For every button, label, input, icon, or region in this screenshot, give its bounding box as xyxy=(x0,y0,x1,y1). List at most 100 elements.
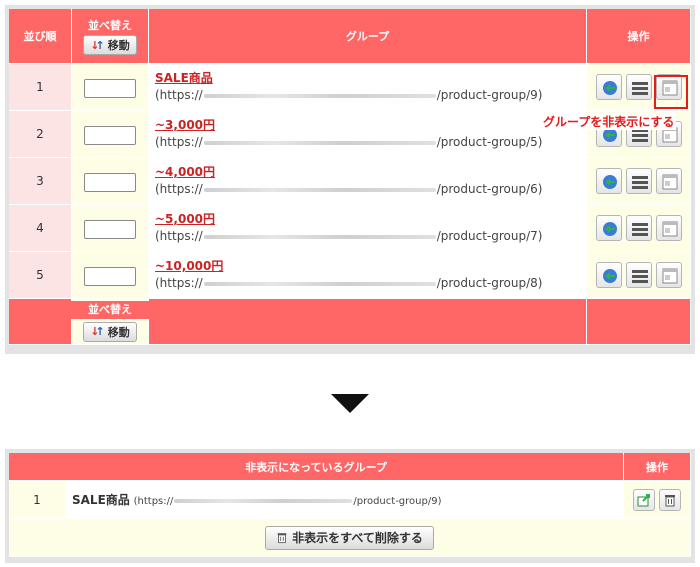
sort-cell xyxy=(72,64,149,111)
group-name-link[interactable]: ~4,000円 xyxy=(155,165,215,179)
redacted-domain xyxy=(203,281,436,286)
refresh-button[interactable] xyxy=(595,215,622,241)
group-cell: ~5,000円 (https:// /product-group/7) xyxy=(149,205,587,252)
group-url-suffix: /product-group/6) xyxy=(436,182,543,196)
hidden-group-url-prefix: (https:// xyxy=(133,496,174,507)
actions-cell xyxy=(587,252,691,299)
header-order: 並び順 xyxy=(9,9,72,64)
list-icon xyxy=(631,223,648,236)
actions-cell xyxy=(587,158,691,205)
hidden-group-url: (https:// /product-group/9) xyxy=(134,496,442,507)
hidden-group-cell: SALE商品 (https:// /product-group/9) xyxy=(66,481,624,519)
refresh-icon xyxy=(602,222,617,236)
refresh-button[interactable] xyxy=(595,74,622,100)
group-url-prefix: (https:// xyxy=(155,135,203,149)
hidden-groups-table: 非表示になっているグループ 操作 1 SALE商品 (https:// /prod… xyxy=(9,453,691,557)
window-icon xyxy=(662,221,677,237)
group-name-link[interactable]: ~10,000円 xyxy=(155,259,223,273)
group-table: 並び順 並べ替え ↓↑ 移動 グループ 操作 1 SALE商品 (https:/… xyxy=(9,9,691,345)
redacted-domain xyxy=(203,93,436,98)
sort-order-input[interactable] xyxy=(84,172,136,192)
row-number: 4 xyxy=(9,205,72,252)
hide-group-button[interactable] xyxy=(655,262,682,288)
group-table-footer: 並べ替え ↓↑ 移動 xyxy=(9,299,691,345)
restore-button[interactable] xyxy=(633,488,655,511)
table-row: 1 SALE商品 (https:// /product-group/9) xyxy=(9,481,691,519)
group-name-link[interactable]: ~5,000円 xyxy=(155,212,215,226)
footer-spacer xyxy=(9,299,72,345)
group-url-suffix: /product-group/8) xyxy=(436,276,543,290)
sort-order-input[interactable] xyxy=(84,219,136,239)
redacted-domain xyxy=(203,234,436,239)
delete-button[interactable] xyxy=(659,488,681,511)
refresh-icon xyxy=(602,175,617,189)
row-number: 3 xyxy=(9,158,72,205)
move-button-top[interactable]: ↓↑ 移動 xyxy=(83,35,137,56)
list-icon xyxy=(631,82,648,95)
sort-order-input[interactable] xyxy=(84,125,136,145)
hidden-groups-panel: 非表示になっているグループ 操作 1 SALE商品 (https:// /prod… xyxy=(5,449,695,563)
refresh-icon xyxy=(602,269,617,283)
group-url: (https:// /product-group/9) xyxy=(155,88,542,102)
group-url: (https:// /product-group/6) xyxy=(155,182,542,196)
list-button[interactable] xyxy=(625,74,652,100)
table-row: 3 ~4,000円 (https:// /product-group/6) xyxy=(9,158,691,205)
row-number: 1 xyxy=(9,481,66,519)
group-name-link[interactable]: SALE商品 xyxy=(155,71,213,85)
header-sort-label: 並べ替え xyxy=(88,18,132,32)
group-url-suffix: /product-group/9) xyxy=(436,88,543,102)
hide-group-callout: グループを非表示にする xyxy=(541,113,677,130)
highlight-box xyxy=(654,75,688,109)
group-name-link[interactable]: ~3,000円 xyxy=(155,118,215,132)
sort-order-input[interactable] xyxy=(84,266,136,286)
redacted-domain xyxy=(203,140,436,145)
group-url-suffix: /product-group/7) xyxy=(436,229,543,243)
row-number: 2 xyxy=(9,111,72,158)
footer-sort: 並べ替え ↓↑ 移動 xyxy=(71,299,149,345)
hide-group-button[interactable] xyxy=(655,168,682,194)
header-hidden-groups: 非表示になっているグループ xyxy=(9,453,624,481)
header-actions: 操作 xyxy=(587,9,691,64)
table-row: 5 ~10,000円 (https:// /product-group/8) xyxy=(9,252,691,299)
down-arrow-icon xyxy=(331,394,369,413)
restore-icon xyxy=(637,493,650,506)
refresh-icon xyxy=(602,81,617,95)
group-url-prefix: (https:// xyxy=(155,88,203,102)
delete-all-label: 非表示をすべて削除する xyxy=(292,531,423,545)
group-url-prefix: (https:// xyxy=(155,229,203,243)
refresh-button[interactable] xyxy=(595,168,622,194)
window-icon xyxy=(662,174,677,190)
delete-all-button[interactable]: 非表示をすべて削除する xyxy=(265,525,434,550)
header-actions: 操作 xyxy=(624,453,691,481)
sort-cell xyxy=(72,158,149,205)
window-icon xyxy=(662,268,677,284)
hide-group-button[interactable] xyxy=(655,215,682,241)
sort-arrows-icon: ↓↑ xyxy=(90,325,105,339)
group-cell: ~3,000円 (https:// /product-group/5) xyxy=(149,111,587,158)
sort-order-input[interactable] xyxy=(84,78,136,98)
row-number: 5 xyxy=(9,252,72,299)
group-url: (https:// /product-group/8) xyxy=(155,276,542,290)
group-list-panel: 並び順 並べ替え ↓↑ 移動 グループ 操作 1 SALE商品 (https:/… xyxy=(5,5,695,354)
table-row: 4 ~5,000円 (https:// /product-group/7) xyxy=(9,205,691,252)
move-button-bottom[interactable]: ↓↑ 移動 xyxy=(83,321,137,342)
trash-icon xyxy=(665,494,675,506)
group-cell: ~10,000円 (https:// /product-group/8) xyxy=(149,252,587,299)
list-button[interactable] xyxy=(625,215,652,241)
hidden-table-footer: 非表示をすべて削除する xyxy=(9,519,691,557)
list-icon xyxy=(631,176,648,189)
move-button-label: 移動 xyxy=(107,325,130,339)
hidden-table-header: 非表示になっているグループ 操作 xyxy=(9,453,691,481)
footer-sort-label: 並べ替え xyxy=(71,301,149,319)
sort-cell xyxy=(72,205,149,252)
trash-icon xyxy=(277,533,287,544)
sort-cell xyxy=(72,111,149,158)
group-url-prefix: (https:// xyxy=(155,276,203,290)
redacted-domain xyxy=(174,499,353,503)
header-group: グループ xyxy=(149,9,587,64)
list-button[interactable] xyxy=(625,168,652,194)
header-sort: 並べ替え ↓↑ 移動 xyxy=(72,9,149,64)
list-button[interactable] xyxy=(625,262,652,288)
group-cell: ~4,000円 (https:// /product-group/6) xyxy=(149,158,587,205)
refresh-button[interactable] xyxy=(595,262,622,288)
